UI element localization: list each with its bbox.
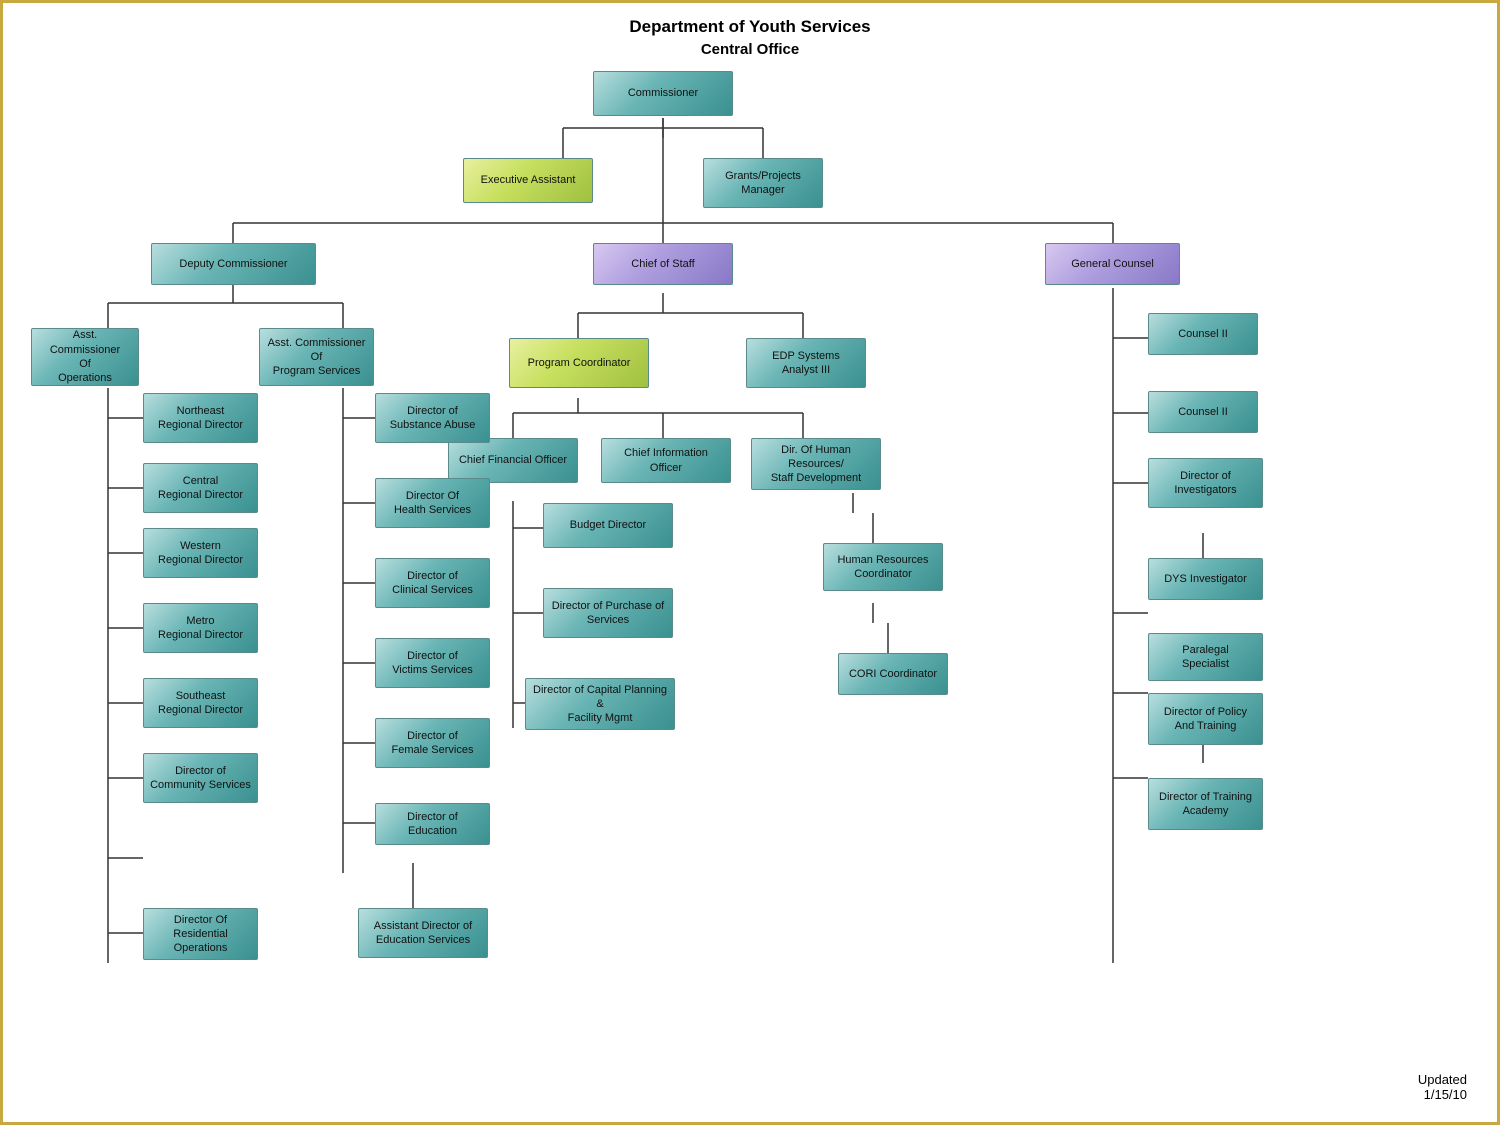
node-dir-education: Director of Education: [375, 803, 490, 845]
node-cori-coordinator: CORI Coordinator: [838, 653, 948, 695]
node-dir-capital: Director of Capital Planning &Facility M…: [525, 678, 675, 730]
page-title: Department of Youth Services: [3, 3, 1497, 37]
page-subtitle: Central Office: [3, 41, 1497, 58]
updated-text: Updated1/15/10: [1418, 1072, 1467, 1102]
node-budget-director: Budget Director: [543, 503, 673, 548]
node-dir-health: Director OfHealth Services: [375, 478, 490, 528]
node-grants-projects: Grants/ProjectsManager: [703, 158, 823, 208]
node-dir-training-academy: Director of TrainingAcademy: [1148, 778, 1263, 830]
node-dys-investigator: DYS Investigator: [1148, 558, 1263, 600]
node-metro-regional: MetroRegional Director: [143, 603, 258, 653]
node-dir-human-resources: Dir. Of Human Resources/Staff Developmen…: [751, 438, 881, 490]
node-chief-of-staff: Chief of Staff: [593, 243, 733, 285]
node-asst-dir-education: Assistant Director ofEducation Services: [358, 908, 488, 958]
node-hr-coordinator: Human ResourcesCoordinator: [823, 543, 943, 591]
node-deputy-commissioner: Deputy Commissioner: [151, 243, 316, 285]
node-dir-investigators: Director ofInvestigators: [1148, 458, 1263, 508]
node-edp-systems: EDP SystemsAnalyst III: [746, 338, 866, 388]
node-dir-policy-training: Director of PolicyAnd Training: [1148, 693, 1263, 745]
node-dir-community: Director ofCommunity Services: [143, 753, 258, 803]
node-chief-financial: Chief Financial Officer: [448, 438, 578, 483]
node-dir-substance-abuse: Director ofSubstance Abuse: [375, 393, 490, 443]
node-asst-commissioner-prog: Asst. CommissionerOfProgram Services: [259, 328, 374, 386]
node-dir-residential: Director OfResidential Operations: [143, 908, 258, 960]
node-dir-victims: Director ofVictims Services: [375, 638, 490, 688]
node-central-regional: CentralRegional Director: [143, 463, 258, 513]
node-dir-clinical: Director ofClinical Services: [375, 558, 490, 608]
node-commissioner: Commissioner: [593, 71, 733, 116]
node-southeast-regional: SoutheastRegional Director: [143, 678, 258, 728]
node-paralegal: ParalegalSpecialist: [1148, 633, 1263, 681]
node-program-coordinator: Program Coordinator: [509, 338, 649, 388]
node-counsel-ii-1: Counsel II: [1148, 313, 1258, 355]
node-dir-female: Director ofFemale Services: [375, 718, 490, 768]
node-asst-commissioner-ops: Asst. CommissionerOfOperations: [31, 328, 139, 386]
page: Department of Youth Services Central Off…: [0, 0, 1500, 1125]
node-northeast-regional: NortheastRegional Director: [143, 393, 258, 443]
node-executive-assistant: Executive Assistant: [463, 158, 593, 203]
node-western-regional: WesternRegional Director: [143, 528, 258, 578]
node-counsel-ii-2: Counsel II: [1148, 391, 1258, 433]
node-general-counsel: General Counsel: [1045, 243, 1180, 285]
node-chief-information: Chief Information Officer: [601, 438, 731, 483]
node-dir-purchase: Director of Purchase ofServices: [543, 588, 673, 638]
